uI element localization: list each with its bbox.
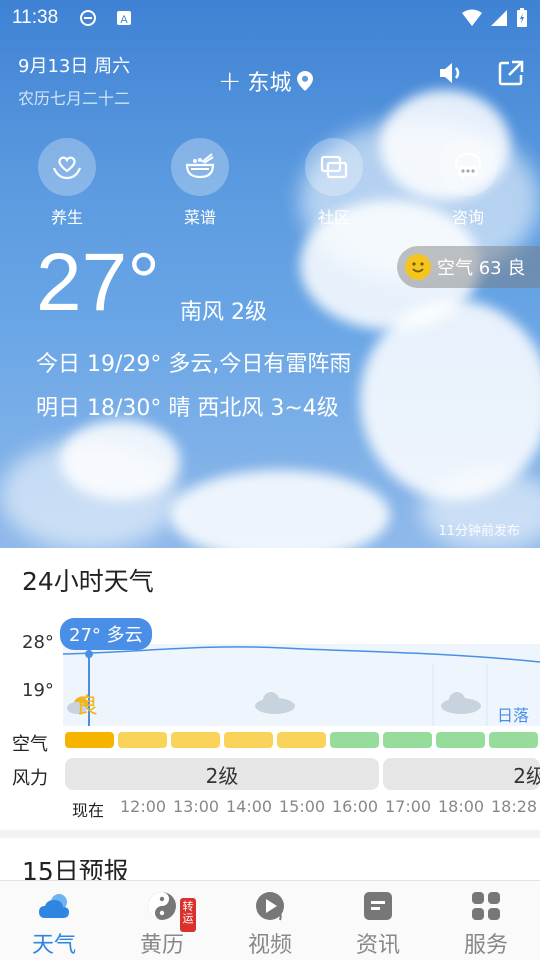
weather-cloud-icon	[39, 894, 69, 918]
air-quality-pill[interactable]: 空气 63 良	[397, 246, 540, 288]
nav-weather[interactable]: 天气	[0, 881, 108, 960]
location-pin-icon	[297, 70, 314, 91]
bottom-navigation: 天气 黄历 视频 资讯 服务	[0, 880, 540, 960]
nav-almanac[interactable]: 黄历	[108, 881, 216, 960]
wind-level-bar: 2级	[65, 758, 379, 790]
hourly-chart[interactable]	[63, 644, 540, 726]
almanac-hot-tag: 转运	[180, 898, 196, 932]
current-temperature: 27°	[36, 237, 161, 328]
cloudy-icon	[255, 692, 295, 714]
cloud-decoration	[0, 440, 180, 548]
hour-label: 17:00	[385, 797, 432, 816]
hour-label: 13:00	[173, 797, 220, 816]
share-icon[interactable]	[496, 58, 526, 88]
air-quality-text: 空气 63 良	[437, 258, 526, 279]
status-bar: 11:38 A	[0, 0, 540, 36]
current-hour-badge: 27° 多云	[60, 618, 152, 650]
nav-label: 天气	[31, 933, 76, 958]
aqi-bar	[436, 732, 485, 748]
signal-icon	[491, 10, 507, 26]
shortcut-community[interactable]: 社区	[302, 138, 366, 228]
now-point	[85, 650, 93, 658]
cloudy-icon	[441, 692, 481, 714]
aqi-bar	[224, 732, 273, 748]
svg-text:A: A	[120, 14, 128, 26]
tomorrow-summary: 明日 18/30° 晴 西北风 3~4级	[36, 396, 339, 421]
nav-label: 资讯	[355, 933, 400, 958]
hour-label: 现在	[72, 801, 105, 820]
aqi-bar	[383, 732, 432, 748]
headset-chat-icon	[454, 152, 482, 180]
community-chat-icon	[320, 155, 348, 179]
speaker-icon[interactable]	[436, 58, 466, 88]
y-axis-high: 28°	[22, 632, 54, 653]
a-notification-icon: A	[117, 11, 131, 26]
aqi-bar	[330, 732, 379, 748]
nav-video[interactable]: 视频	[216, 881, 324, 960]
browser-icon	[80, 10, 96, 26]
wind-row-label: 风力	[12, 768, 48, 789]
hourly-title: 24小时天气	[22, 567, 154, 596]
weather-hero: 11:38 A 9月13日 周六 农历七月二十二 + 东城 养生 菜谱 社区 咨…	[0, 0, 540, 548]
current-wind: 南风 2级	[180, 300, 267, 325]
shortcut-consult[interactable]: 咨询	[436, 138, 500, 228]
lunar-date-text: 农历七月二十二	[18, 89, 131, 108]
sunset-label: 日落	[497, 706, 530, 725]
cloud-decoration	[360, 300, 540, 500]
hour-label: 14:00	[226, 797, 273, 816]
yin-yang-icon	[148, 892, 176, 920]
aqi-bar	[171, 732, 220, 748]
aqi-bar	[489, 732, 538, 748]
add-city-icon[interactable]: +	[218, 64, 241, 97]
wellness-hands-heart-icon	[52, 156, 82, 180]
air-level-label: 良	[76, 694, 99, 719]
hour-label: 18:00	[438, 797, 485, 816]
hour-label: 15:00	[279, 797, 326, 816]
nav-label: 服务	[463, 933, 508, 958]
hour-label: 12:00	[120, 797, 167, 816]
today-summary: 今日 19/29° 多云,今日有雷阵雨	[36, 352, 352, 377]
hourly-weather-card: 24小时天气 28° 19° 27° 多云 良 日落 空气 风力 2级 2级 现…	[0, 548, 540, 830]
shortcut-label: 养生	[50, 208, 83, 227]
status-time: 11:38	[12, 7, 59, 28]
air-row-label: 空气	[12, 734, 48, 755]
nav-news[interactable]: 资讯	[324, 881, 432, 960]
wind-level-bar: 2级	[383, 758, 540, 790]
aqi-bar	[118, 732, 167, 748]
nav-label: 黄历	[139, 933, 184, 958]
cloud-decoration	[170, 470, 390, 548]
city-name: 东城	[247, 70, 292, 96]
video-play-icon	[256, 892, 284, 921]
nav-services[interactable]: 服务	[432, 881, 540, 960]
date-text: 9月13日 周六	[18, 56, 131, 77]
y-axis-low: 19°	[22, 680, 54, 701]
nav-label: 视频	[247, 933, 292, 958]
hour-label: 16:00	[332, 797, 379, 816]
battery-icon	[517, 8, 527, 27]
shortcut-label: 菜谱	[183, 208, 216, 227]
shortcut-label: 咨询	[451, 208, 484, 227]
news-icon	[364, 892, 392, 920]
shortcut-wellness[interactable]: 养生	[35, 138, 99, 228]
services-grid-icon	[472, 892, 500, 920]
aqi-bar	[277, 732, 326, 748]
smiley-icon	[405, 254, 431, 280]
shortcut-label: 社区	[317, 208, 350, 227]
wind-level-text: 2级	[513, 763, 540, 788]
wifi-icon	[462, 9, 482, 26]
published-time: 11分钟前发布	[438, 524, 520, 539]
shortcut-recipes[interactable]: 菜谱	[168, 138, 232, 228]
wind-level-text: 2级	[205, 763, 239, 788]
city-selector[interactable]: + 东城	[218, 64, 314, 97]
food-bowl-icon	[185, 153, 215, 179]
aqi-bar	[65, 732, 114, 748]
hour-label: 18:28	[491, 797, 538, 816]
